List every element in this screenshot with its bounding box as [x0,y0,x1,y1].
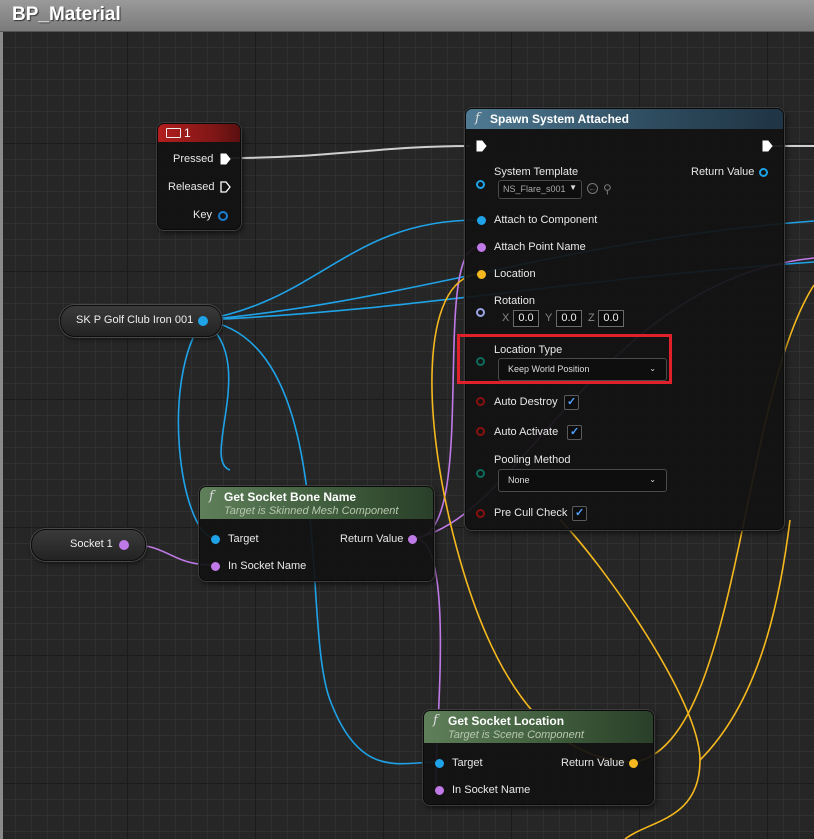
rotation-y-label: Y [545,312,553,324]
key-event-node[interactable]: 1 Pressed Released Key [157,123,241,230]
rotation-z-field[interactable]: 0.0 [598,310,624,327]
spawn-exec-in-pin[interactable] [476,140,487,152]
wire-golf-to-attach [202,219,479,321]
bone-target-label: Target [228,533,259,545]
golf-club-label: SK P Golf Club Iron 001 [76,314,194,326]
rotation-pin[interactable] [476,308,485,317]
released-exec-pin[interactable] [220,181,231,193]
bone-in-socket-name-label: In Socket Name [228,560,307,572]
attach-to-component-label: Attach to Component [494,214,598,226]
rotation-y-field[interactable]: 0.0 [556,310,582,327]
spawn-return-value-label: Return Value [691,166,755,178]
location-header: f Get Socket Location Target is Scene Co… [424,711,653,743]
pre-cull-check-pin[interactable] [476,509,485,518]
key-event-header: 1 [158,124,240,142]
pooling-method-label: Pooling Method [494,454,571,466]
pooling-method-value: None [508,475,530,485]
bone-title: Get Socket Bone Name [224,490,357,504]
location-label: Location [494,268,536,280]
rotation-z-label: Z [588,312,595,324]
bone-header: f Get Socket Bone Name Target is Skinned… [200,487,433,519]
location-target-pin[interactable] [435,759,444,768]
location-pin[interactable] [477,270,486,279]
key-label: Key [193,209,212,221]
keyboard-icon [166,128,181,138]
location-target-label: Target [452,757,483,769]
function-icon: f [433,713,438,728]
system-template-pin[interactable] [476,180,485,189]
spawn-title: Spawn System Attached [490,112,629,126]
spawn-system-attached-node[interactable]: f Spawn System Attached System Template … [465,108,784,530]
chevron-down-icon: ⌄ [649,475,656,484]
system-template-value: NS_Flare_s001 [503,184,566,194]
bone-target-pin[interactable] [211,535,220,544]
get-socket-bone-name-node[interactable]: f Get Socket Bone Name Target is Skinned… [199,486,434,581]
pressed-exec-pin[interactable] [220,153,231,165]
use-selected-asset-icon[interactable]: ← [587,183,598,194]
socket-label: Socket 1 [70,538,113,550]
golf-club-variable-node[interactable]: SK P Golf Club Iron 001 [60,305,222,337]
chevron-down-icon: ▼ [569,183,577,192]
pressed-label: Pressed [173,153,214,165]
checkmark-icon: ✓ [570,426,580,438]
auto-activate-label: Auto Activate [494,426,559,438]
bone-return-value-label: Return Value [340,533,404,545]
wire-yellow-right [699,519,791,761]
location-return-value-label: Return Value [561,757,625,769]
pooling-method-pin[interactable] [476,469,485,478]
function-icon: f [209,489,214,504]
function-icon: f [475,111,480,126]
auto-destroy-pin[interactable] [476,397,485,406]
checkmark-icon: ✓ [567,396,577,408]
get-socket-location-node[interactable]: f Get Socket Location Target is Scene Co… [423,710,654,805]
location-type-highlight [457,334,672,384]
system-template-combo[interactable]: NS_Flare_s001 ▼ [498,180,582,199]
released-label: Released [168,181,215,193]
checkmark-icon: ✓ [575,507,585,519]
location-in-socket-name-pin[interactable] [435,786,444,795]
bone-in-socket-name-pin[interactable] [211,562,220,571]
location-return-value-pin[interactable] [629,759,638,768]
browse-asset-search-icon[interactable]: ⚲ [603,182,612,196]
auto-destroy-label: Auto Destroy [494,396,558,408]
rotation-x-label: X [502,312,510,324]
auto-destroy-checkbox[interactable]: ✓ [564,395,579,410]
spawn-header: f Spawn System Attached [466,109,783,129]
auto-activate-pin[interactable] [476,427,485,436]
system-template-label: System Template [494,166,579,178]
spawn-return-value-pin[interactable] [759,168,768,177]
location-title: Get Socket Location [448,714,565,728]
pre-cull-check-label: Pre Cull Check [494,507,568,519]
attach-point-name-pin[interactable] [477,243,486,252]
rotation-x-field[interactable]: 0.0 [513,310,539,327]
socket-output-pin[interactable] [119,540,129,550]
key-event-title: 1 [184,126,191,140]
bone-return-value-pin[interactable] [408,535,417,544]
location-in-socket-name-label: In Socket Name [452,784,531,796]
socket-variable-node[interactable]: Socket 1 [31,529,146,561]
attach-point-name-label: Attach Point Name [494,241,586,253]
pooling-method-dropdown[interactable]: None ⌄ [498,469,667,492]
golf-club-output-pin[interactable] [198,316,208,326]
bone-subtitle: Target is Skinned Mesh Component [224,505,399,517]
pre-cull-check-checkbox[interactable]: ✓ [572,506,587,521]
wire-golf-to-loc-down [202,319,231,471]
rotation-label: Rotation [494,295,535,307]
auto-activate-checkbox[interactable]: ✓ [567,425,582,440]
exec-wire [229,145,471,159]
location-subtitle: Target is Scene Component [448,729,584,741]
spawn-exec-out-pin[interactable] [762,140,773,152]
attach-to-component-pin[interactable] [477,216,486,225]
key-pin[interactable] [218,211,228,221]
